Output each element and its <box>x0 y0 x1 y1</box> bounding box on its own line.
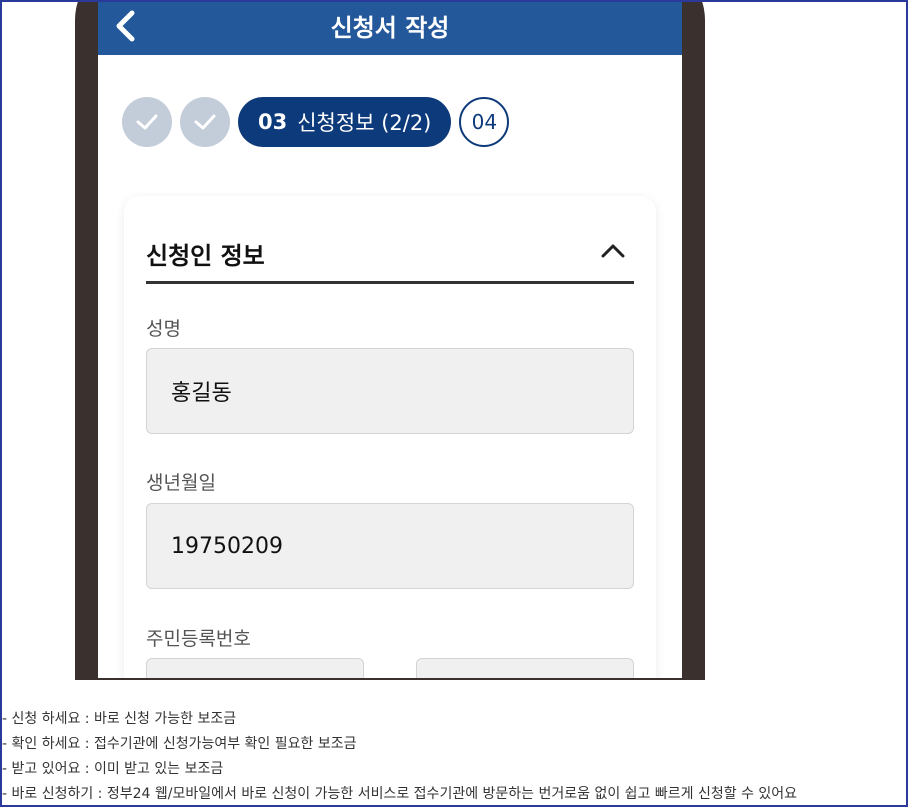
check-icon <box>136 114 158 130</box>
step-2-done <box>180 97 230 147</box>
section-header[interactable]: 신청인 정보 <box>146 232 634 284</box>
rrn-front-field[interactable] <box>146 658 364 678</box>
name-field[interactable]: 홍길동 <box>146 348 634 434</box>
step-4-pending: 04 <box>459 97 510 147</box>
name-label: 성명 <box>146 318 181 340</box>
step-1-done <box>122 97 172 147</box>
check-icon <box>194 114 216 130</box>
app-bar: 신청서 작성 <box>98 0 682 55</box>
note-line: - 확인 하세요 : 접수기관에 신청가능여부 확인 필요한 보조금 <box>2 736 357 752</box>
legend-notes: - 신청 하세요 : 바로 신청 가능한 보조금 - 확인 하세요 : 접수기관… <box>2 707 906 807</box>
step-indicator: 03 신청정보 (2/2) 04 <box>122 96 510 148</box>
birthdate-field[interactable]: 19750209 <box>146 503 634 589</box>
section-title: 신청인 정보 <box>146 242 265 270</box>
birthdate-label: 생년월일 <box>146 472 216 494</box>
step-label: 신청정보 (2/2) <box>297 111 432 135</box>
step-3-current: 03 신청정보 (2/2) <box>238 97 452 147</box>
step-number: 03 <box>258 110 288 134</box>
rrn-back-field[interactable] <box>416 658 634 678</box>
applicant-info-card: 신청인 정보 성명 홍길동 생년월일 19750209 주민등록번호 <box>124 196 656 678</box>
rrn-label: 주민등록번호 <box>146 628 251 650</box>
note-line: - 바로 신청하기 : 정부24 웹/모바일에서 바로 신청이 가능한 서비스로… <box>2 786 798 802</box>
page-title: 신청서 작성 <box>330 14 450 42</box>
app-screen: 신청서 작성 03 신청정보 (2/2) 04 신청인 정보 성명 홍길동 생년… <box>98 0 682 678</box>
chevron-up-icon[interactable] <box>600 240 626 262</box>
note-line: - 신청 하세요 : 바로 신청 가능한 보조금 <box>2 711 237 727</box>
note-line: - 받고 있어요 : 이미 받고 있는 보조금 <box>2 761 224 777</box>
